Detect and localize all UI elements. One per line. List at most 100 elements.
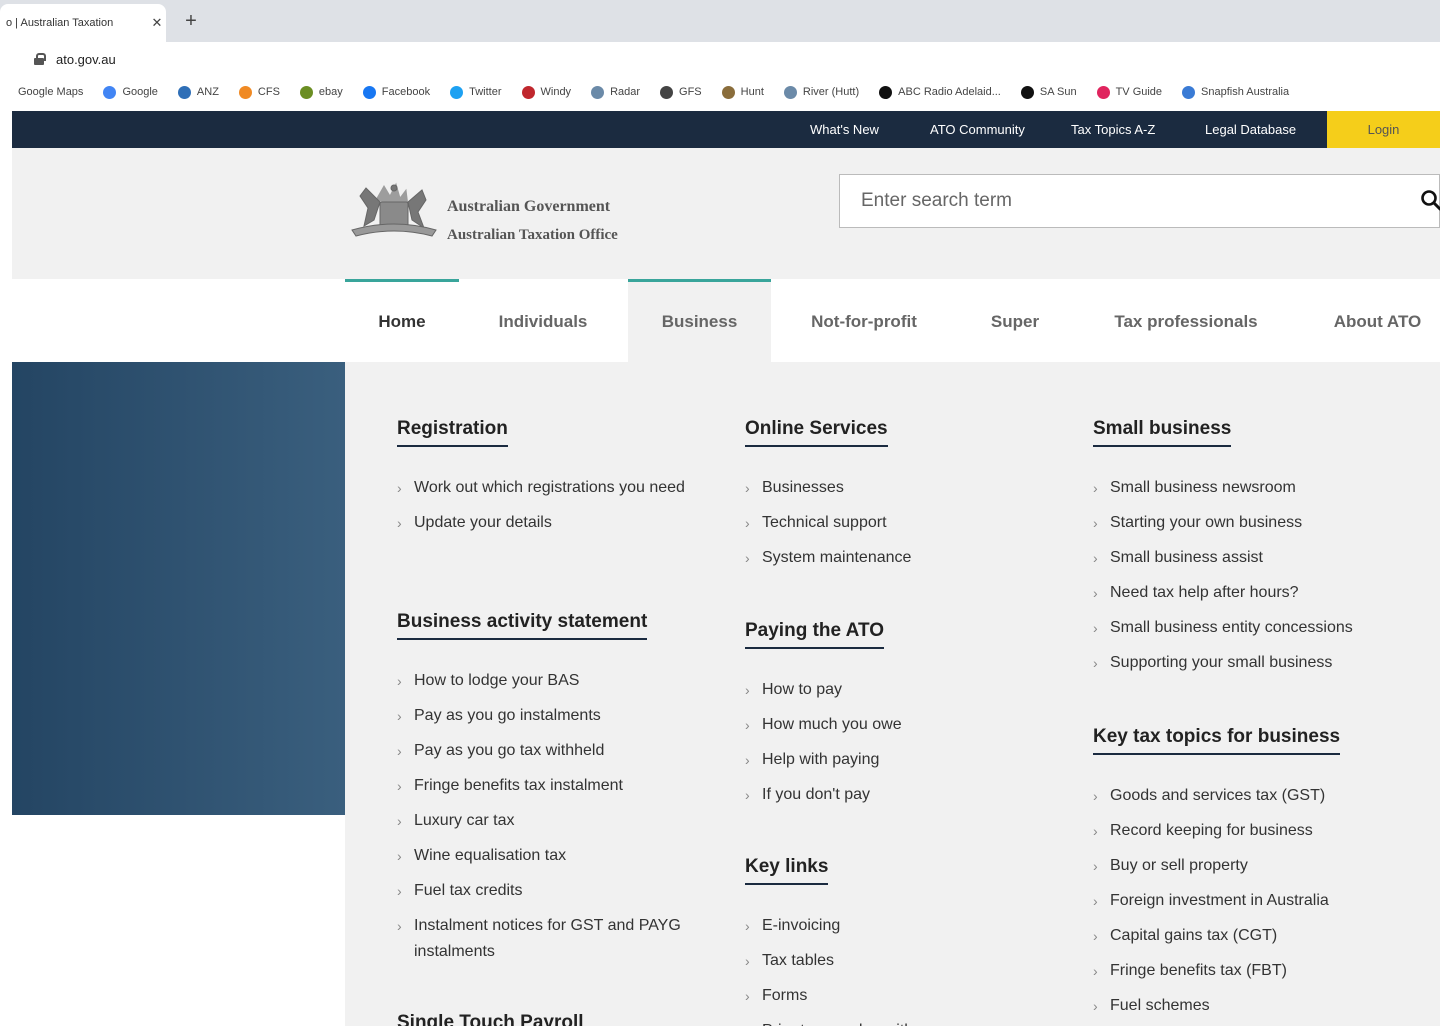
menu-link[interactable]: Fringe benefits tax (FBT): [1093, 958, 1413, 984]
menu-link[interactable]: Fringe benefits tax instalment: [397, 773, 697, 799]
online-services-heading[interactable]: Online Services: [745, 418, 888, 447]
menu-link[interactable]: Prior to ... and ... with: [745, 1018, 1045, 1026]
menu-link[interactable]: System maintenance: [745, 545, 1045, 571]
nav-about-ato[interactable]: About ATO: [1315, 279, 1440, 362]
registration-heading[interactable]: Registration: [397, 418, 508, 447]
whats-new-link[interactable]: What's New: [810, 111, 879, 148]
paying-group: Paying the ATO How to pay How much you o…: [745, 620, 1045, 817]
menu-link[interactable]: Tax tables: [745, 948, 1045, 974]
main-nav: Home Individuals Business Not-for-profit…: [345, 279, 1440, 362]
close-icon[interactable]: ✕: [148, 15, 166, 31]
url-text[interactable]: ato.gov.au: [56, 52, 116, 67]
stp-group: Single Touch Payroll: [397, 1012, 697, 1026]
menu-link[interactable]: Wine equalisation tax: [397, 843, 697, 869]
key-topics-group: Key tax topics for business Goods and se…: [1093, 726, 1413, 1026]
bookmark-item[interactable]: Hunt: [721, 85, 764, 99]
menu-link[interactable]: If you don't pay: [745, 782, 1045, 808]
menu-link[interactable]: Help with paying: [745, 747, 1045, 773]
ato-logo[interactable]: Australian Government Australian Taxatio…: [346, 178, 646, 248]
registration-links: Work out which registrations you need Up…: [397, 475, 697, 536]
registration-group: Registration Work out which registration…: [397, 418, 697, 545]
stp-heading[interactable]: Single Touch Payroll: [397, 1012, 584, 1026]
menu-link[interactable]: Supporting your small business: [1093, 650, 1413, 676]
menu-link[interactable]: How to lodge your BAS: [397, 668, 697, 694]
bookmark-item[interactable]: River (Hutt): [783, 85, 859, 99]
bookmark-item[interactable]: Google: [103, 85, 158, 99]
menu-link[interactable]: How to pay: [745, 677, 1045, 703]
bookmark-item[interactable]: Google Maps: [18, 86, 83, 98]
menu-link[interactable]: Technical support: [745, 510, 1045, 536]
bookmark-favicon-icon: [1182, 85, 1196, 99]
new-tab-icon[interactable]: +: [180, 8, 202, 34]
ato-community-link[interactable]: ATO Community: [930, 111, 1025, 148]
bookmark-item[interactable]: Snapfish Australia: [1182, 85, 1289, 99]
key-links-heading[interactable]: Key links: [745, 856, 829, 885]
menu-link[interactable]: Capital gains tax (CGT): [1093, 923, 1413, 949]
menu-link[interactable]: Fuel tax credits: [397, 878, 697, 904]
menu-link[interactable]: Need tax help after hours?: [1093, 580, 1413, 606]
tax-topics-link[interactable]: Tax Topics A-Z: [1071, 111, 1155, 148]
key-topics-links: Goods and services tax (GST) Record keep…: [1093, 783, 1413, 1019]
menu-link[interactable]: Starting your own business: [1093, 510, 1413, 536]
bookmarks-bar: Google Maps Google ANZ CFS ebay Facebook Twitt…: [0, 76, 1440, 108]
bookmark-favicon-icon: [783, 85, 797, 99]
bookmark-item[interactable]: Radar: [591, 85, 640, 99]
menu-link[interactable]: Goods and services tax (GST): [1093, 783, 1413, 809]
nav-tax-professionals[interactable]: Tax professionals: [1091, 279, 1281, 362]
menu-link[interactable]: Work out which registrations you need: [397, 475, 687, 501]
menu-link[interactable]: Buy or sell property: [1093, 853, 1413, 879]
key-topics-heading[interactable]: Key tax topics for business: [1093, 726, 1341, 755]
bookmark-item[interactable]: GFS: [660, 85, 702, 99]
bookmark-item[interactable]: Twitter: [450, 85, 502, 99]
login-button[interactable]: Login: [1327, 111, 1440, 148]
bookmark-label: Twitter: [469, 86, 502, 98]
menu-link[interactable]: Pay as you go tax withheld: [397, 738, 697, 764]
paying-heading[interactable]: Paying the ATO: [745, 620, 885, 649]
search-input[interactable]: [840, 175, 1400, 227]
menu-link[interactable]: How much you owe: [745, 712, 1045, 738]
small-business-heading[interactable]: Small business: [1093, 418, 1232, 447]
bookmark-label: Google: [122, 86, 158, 98]
menu-link[interactable]: E-invoicing: [745, 913, 1045, 939]
menu-link[interactable]: Luxury car tax: [397, 808, 697, 834]
menu-link[interactable]: Businesses: [745, 475, 1045, 501]
bookmark-label: CFS: [257, 86, 280, 98]
bookmark-item[interactable]: Facebook: [362, 85, 430, 99]
browser-tab[interactable]: o | Australian Taxation ✕: [0, 4, 166, 42]
nav-business[interactable]: Business: [628, 279, 771, 362]
bookmark-item[interactable]: SA Sun: [1020, 85, 1077, 99]
menu-link[interactable]: Foreign investment in Australia: [1093, 888, 1413, 914]
bookmark-item[interactable]: ebay: [299, 85, 343, 99]
bookmark-item[interactable]: ABC Radio Adelaid...: [879, 85, 1001, 99]
menu-link[interactable]: Update your details: [397, 510, 697, 536]
bookmark-favicon-icon: [103, 85, 117, 99]
bookmark-label: GFS: [679, 86, 702, 98]
menu-link[interactable]: Small business newsroom: [1093, 475, 1413, 501]
key-links-group: Key links E-invoicing Tax tables Forms P…: [745, 856, 1045, 1026]
bookmark-item[interactable]: Windy: [521, 85, 571, 99]
nav-super[interactable]: Super: [965, 279, 1065, 362]
address-bar[interactable]: ato.gov.au: [0, 42, 1440, 76]
menu-link[interactable]: Small business entity concessions: [1093, 615, 1413, 641]
bas-heading[interactable]: Business activity statement: [397, 611, 648, 640]
menu-link[interactable]: Pay as you go instalments: [397, 703, 697, 729]
menu-link[interactable]: Small business assist: [1093, 545, 1413, 571]
bookmark-item[interactable]: CFS: [238, 85, 280, 99]
menu-link[interactable]: Fuel schemes: [1093, 993, 1413, 1019]
bookmark-item[interactable]: TV Guide: [1096, 85, 1162, 99]
menu-link[interactable]: Record keeping for business: [1093, 818, 1413, 844]
menu-link[interactable]: Forms: [745, 983, 1045, 1009]
bookmark-favicon-icon: [660, 85, 674, 99]
nav-individuals[interactable]: Individuals: [473, 279, 613, 362]
nav-home[interactable]: Home: [345, 279, 459, 362]
bookmark-favicon-icon: [1096, 85, 1110, 99]
bookmark-item[interactable]: ANZ: [177, 85, 219, 99]
nav-not-for-profit[interactable]: Not-for-profit: [785, 279, 943, 362]
utility-nav: What's New ATO Community Tax Topics A-Z …: [12, 111, 1440, 148]
bookmark-favicon-icon: [450, 85, 464, 99]
search-icon[interactable]: [1420, 189, 1440, 211]
office-name: Australian Taxation Office: [447, 227, 618, 243]
menu-link[interactable]: Instalment notices for GST and PAYG inst…: [397, 913, 687, 965]
bookmark-label: Hunt: [740, 86, 764, 98]
legal-database-link[interactable]: Legal Database: [1205, 111, 1296, 148]
